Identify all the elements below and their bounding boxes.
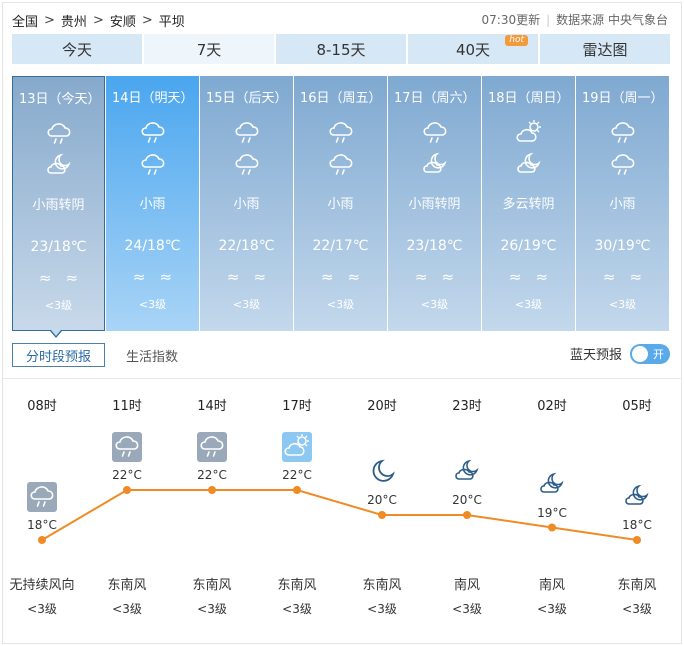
hourly-wind-level: <3级 [622, 602, 652, 616]
cloud-rain-icon [197, 432, 227, 462]
hourly-time: 02时 [537, 399, 567, 414]
moon-icon [367, 457, 397, 487]
hourly-temperature: 22°C [197, 468, 227, 482]
hourly-wind-direction: 南风 [453, 578, 480, 593]
hourly-wind-level: <3级 [282, 602, 312, 616]
hourly-wind-level: <3级 [367, 602, 397, 616]
hourly-temperature: 20°C [452, 493, 482, 507]
hourly-time: 08时 [27, 399, 57, 414]
temperature-point [633, 536, 641, 544]
hourly-wind-level: <3级 [452, 602, 482, 616]
hourly-temperature: 18°C [27, 518, 57, 532]
temperature-point [38, 536, 46, 544]
cloud-rain-icon [112, 432, 142, 462]
hourly-time: 17时 [282, 399, 312, 414]
hourly-wind-direction: 东南风 [192, 578, 232, 593]
temperature-point [208, 486, 216, 494]
hourly-time: 20时 [367, 399, 397, 414]
hourly-time: 14时 [197, 399, 227, 414]
hourly-temperature-line [38, 486, 641, 544]
temperature-point [293, 486, 301, 494]
hourly-temperature: 22°C [112, 468, 142, 482]
partly-cloudy-night-icon [622, 482, 652, 512]
hourly-time: 23时 [452, 399, 482, 414]
temperature-point [123, 486, 131, 494]
cloud-rain-icon [27, 482, 57, 512]
partly-cloudy-night-icon [452, 457, 482, 487]
hourly-temperature: 22°C [282, 468, 312, 482]
hourly-wind-level: <3级 [537, 602, 567, 616]
partly-sunny-icon [282, 432, 312, 462]
hourly-time: 05时 [622, 399, 652, 414]
hourly-forecast: 08时 18°C 无持续风向 <3级 11时 22°C 东南风 <3级 14时 22°C 东南风 <3… [0, 0, 684, 646]
temperature-point [463, 511, 471, 519]
hourly-temperature: 19°C [537, 505, 567, 520]
hourly-wind-level: <3级 [112, 602, 142, 616]
hourly-wind-direction: 东南风 [617, 578, 657, 593]
hourly-temperature: 18°C [622, 518, 652, 532]
hourly-wind-direction: 东南风 [362, 578, 402, 593]
hourly-wind-level: <3级 [197, 602, 227, 616]
hourly-wind-direction: 东南风 [107, 578, 147, 593]
hourly-wind-direction: 无持续风向 [9, 578, 75, 593]
hourly-wind-direction: 南风 [538, 578, 565, 593]
temperature-point [548, 523, 556, 532]
hourly-time: 11时 [112, 399, 142, 414]
temperature-point [378, 511, 386, 519]
partly-cloudy-night-icon [537, 470, 567, 500]
hourly-temperature: 20°C [367, 493, 397, 507]
hourly-wind-level: <3级 [27, 602, 57, 616]
hourly-wind-direction: 东南风 [277, 578, 317, 593]
